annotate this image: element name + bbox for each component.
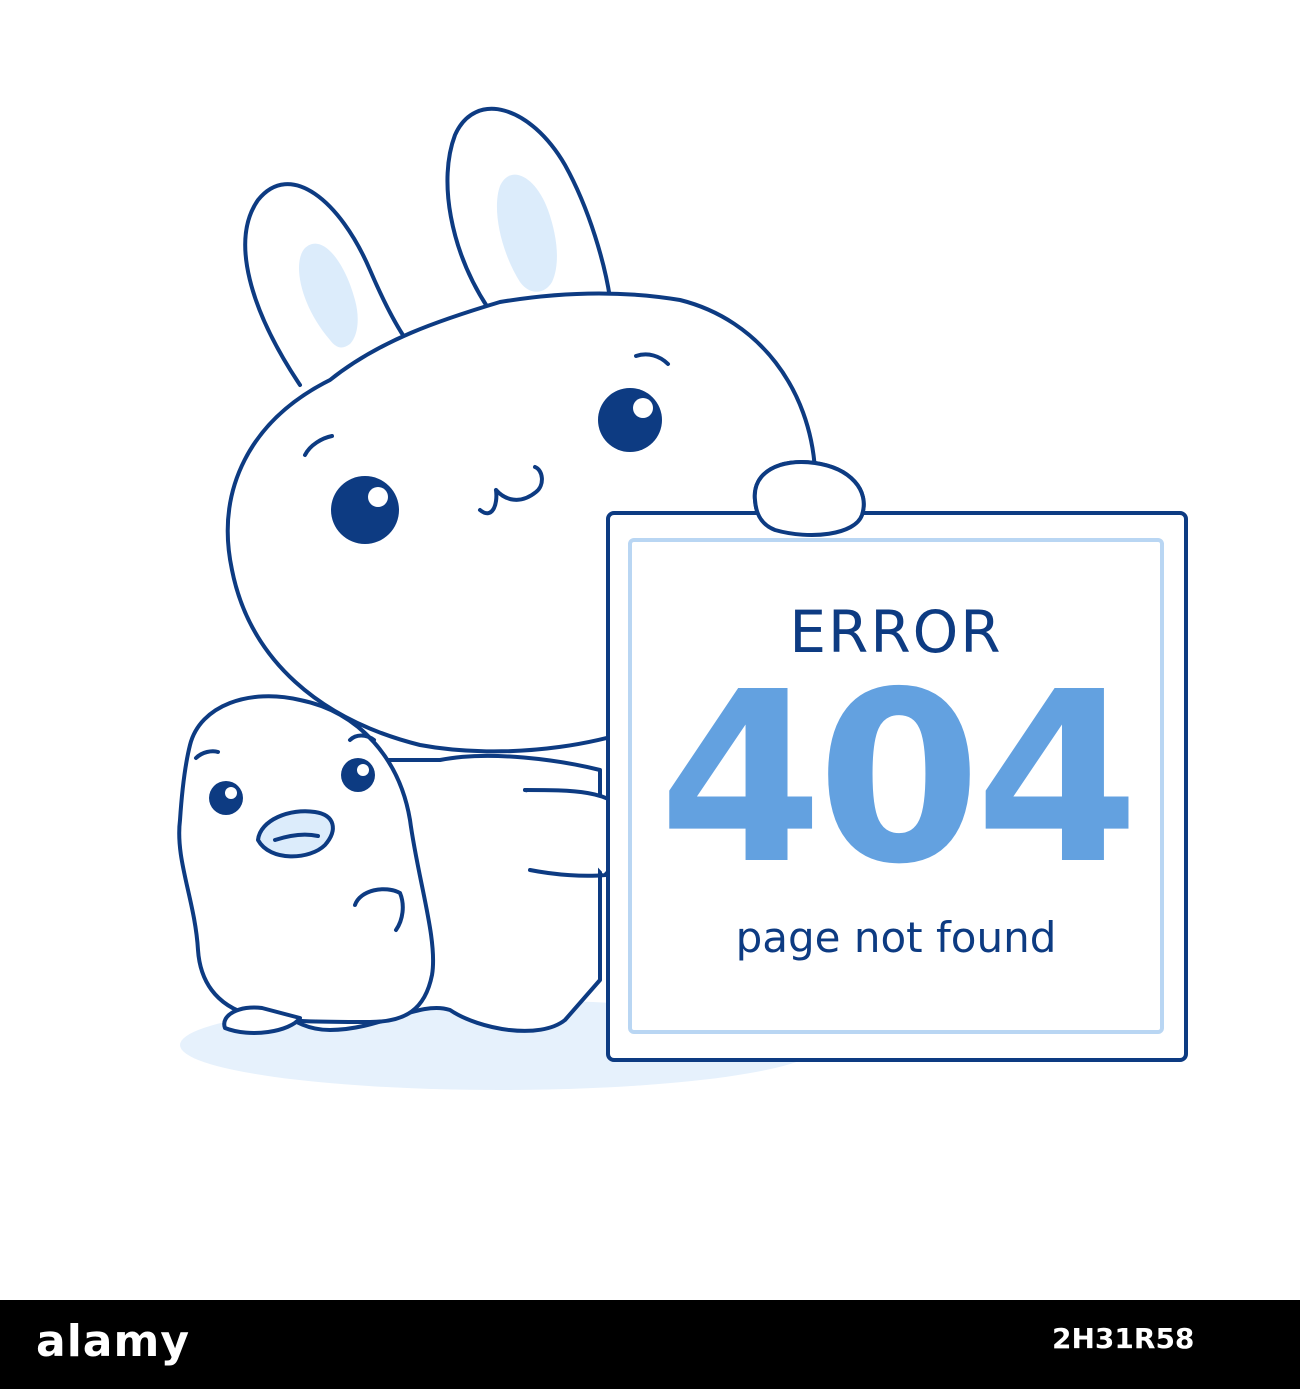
- error-subtitle: page not found: [736, 913, 1057, 962]
- error-sign: ERROR 404 page not found: [606, 460, 1188, 1062]
- image-id-label: 2H31R58: [1052, 1322, 1195, 1355]
- error-404-illustration: ERROR 404 page not found: [177, 107, 1188, 1090]
- duckling-icon: [177, 694, 436, 1035]
- error-code: 404: [659, 641, 1134, 916]
- stock-logo: alamy: [36, 1316, 190, 1367]
